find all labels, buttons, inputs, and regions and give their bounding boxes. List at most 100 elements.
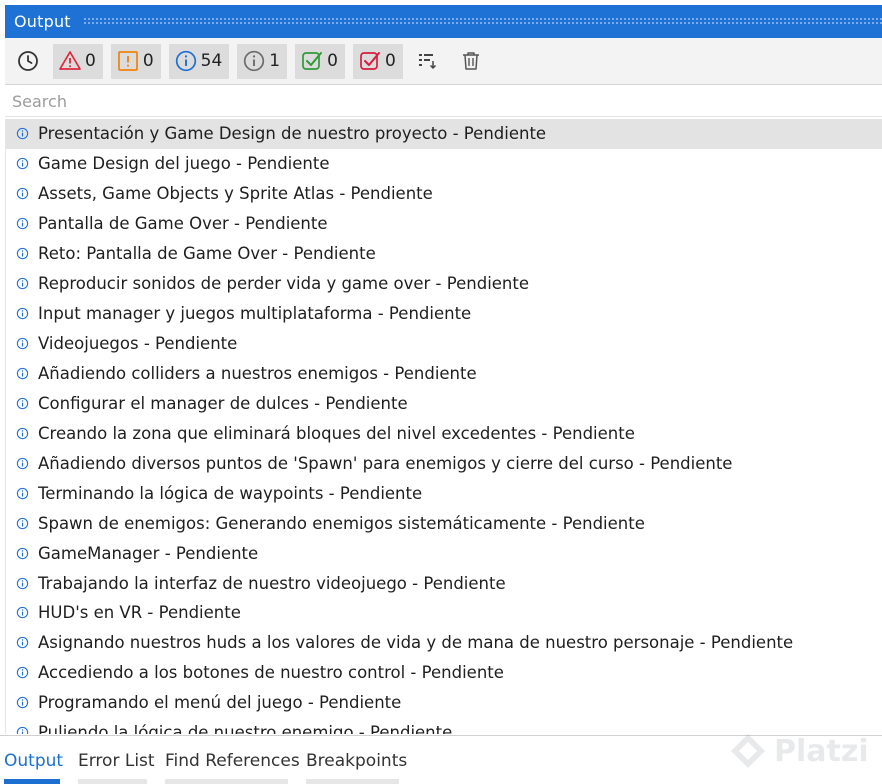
message-text: Trabajando la interfaz de nuestro videoj… [38, 573, 506, 593]
check-red-filter-button[interactable]: 0 [352, 43, 403, 79]
tab-find-references[interactable]: Find References [165, 751, 300, 771]
message-text: Terminando la lógica de waypoints - Pend… [38, 483, 423, 503]
filter-count: 0 [384, 51, 396, 71]
message-text: Accediendo a los botones de nuestro cont… [38, 663, 504, 683]
trash-icon [463, 52, 480, 70]
info-icon [16, 367, 29, 380]
info-icon [16, 337, 29, 350]
output-toolbar: 0 0 54 1 0 0 [5, 38, 882, 85]
message-row[interactable]: Reproducir sonidos de perder vida y game… [6, 269, 882, 299]
error-icon [59, 51, 81, 70]
tab-error-list[interactable]: Error List [78, 751, 155, 771]
message-text: GameManager - Pendiente [38, 543, 259, 563]
clock-filter-button[interactable] [10, 44, 45, 79]
platzi-logo-icon [731, 734, 765, 768]
tab-underline [306, 779, 399, 784]
info-icon [16, 307, 29, 320]
info-icon [16, 427, 29, 440]
check-red-icon [360, 52, 380, 70]
message-row[interactable]: Game Design del juego - Pendiente [6, 149, 882, 179]
tab-underline [78, 779, 147, 784]
tab-output[interactable]: Output [4, 751, 63, 771]
message-text: Asignando nuestros huds a los valores de… [38, 633, 794, 653]
info-icon [16, 158, 29, 170]
info-filter-button[interactable]: 54 [168, 43, 230, 79]
message-text: Reto: Pantalla de Game Over - Pendiente [38, 244, 376, 264]
info-icon [16, 577, 29, 589]
trash-filter-button[interactable] [454, 44, 489, 79]
error-filter-button[interactable]: 0 [53, 43, 103, 79]
message-row[interactable]: Añadiendo colliders a nuestros enemigos … [6, 359, 882, 389]
warning-filter-button[interactable]: 0 [110, 43, 161, 79]
filter-list-filter-button[interactable] [411, 44, 446, 79]
output-panel-titlebar[interactable]: Output [5, 5, 882, 38]
info-icon [16, 277, 29, 290]
tab-underline [4, 779, 60, 784]
message-row[interactable]: HUD's en VR - Pendiente [6, 598, 882, 628]
message-text: Pantalla de Game Over - Pendiente [38, 214, 328, 234]
message-row[interactable]: Añadiendo diversos puntos de 'Spawn' par… [6, 448, 882, 478]
message-text: Presentación y Game Design de nuestro pr… [38, 124, 547, 144]
message-list[interactable]: Presentación y Game Design de nuestro pr… [5, 119, 882, 734]
message-row[interactable]: Configurar el manager de dulces - Pendie… [6, 388, 882, 418]
filter-count: 0 [327, 51, 338, 71]
info-icon [16, 727, 29, 734]
message-row[interactable]: Trabajando la interfaz de nuestro videoj… [6, 568, 882, 598]
info-icon [175, 50, 196, 72]
info-icon [16, 128, 29, 140]
message-text: Configurar el manager de dulces - Pendie… [38, 393, 408, 413]
info-icon [16, 607, 29, 619]
platzi-watermark: Platzi [728, 727, 878, 775]
check-green-filter-button[interactable]: 0 [295, 43, 345, 79]
info-icon [16, 517, 29, 529]
info-icon [16, 397, 29, 410]
message-row[interactable]: Programando el menú del juego - Pendient… [6, 688, 882, 718]
message-row[interactable]: Terminando la lógica de waypoints - Pend… [6, 478, 882, 508]
info-gray-filter-button[interactable]: 1 [237, 43, 288, 79]
info-icon [16, 547, 29, 559]
message-text: Puliendo la lógica de nuestro enemigo - … [38, 723, 453, 734]
message-text: Añadiendo diversos puntos de 'Spawn' par… [38, 453, 733, 473]
filter-count: 0 [85, 51, 96, 71]
tab-breakpoints[interactable]: Breakpoints [306, 751, 407, 771]
filter-count: 1 [269, 51, 281, 71]
info-icon [16, 667, 29, 679]
message-text: Spawn de enemigos: Generando enemigos si… [38, 513, 645, 533]
message-row[interactable]: GameManager - Pendiente [6, 538, 882, 568]
message-text: Añadiendo colliders a nuestros enemigos … [38, 363, 477, 383]
info-gray-icon [244, 50, 265, 72]
message-row[interactable]: Input manager y juegos multiplataforma -… [6, 299, 882, 329]
message-text: Programando el menú del juego - Pendient… [38, 693, 402, 713]
message-row[interactable]: Reto: Pantalla de Game Over - Pendiente [6, 239, 882, 269]
check-green-icon [302, 52, 323, 70]
message-row[interactable]: Presentación y Game Design de nuestro pr… [6, 119, 882, 149]
warning-icon [117, 51, 138, 71]
message-text: Game Design del juego - Pendiente [38, 154, 330, 174]
watermark-text: Platzi [774, 733, 869, 769]
search-box [5, 86, 882, 117]
message-row[interactable]: Accediendo a los botones de nuestro cont… [6, 658, 882, 688]
clock-icon [17, 51, 38, 71]
message-row[interactable]: Videojuegos - Pendiente [6, 329, 882, 359]
message-text: HUD's en VR - Pendiente [38, 603, 241, 623]
filter-count: 54 [200, 51, 223, 71]
message-row[interactable]: Creando la zona que eliminará bloques de… [6, 418, 882, 448]
message-row[interactable]: Assets, Game Objects y Sprite Atlas - Pe… [6, 179, 882, 209]
info-icon [16, 457, 29, 469]
message-text: Input manager y juegos multiplataforma -… [38, 304, 472, 324]
info-icon [16, 487, 29, 499]
info-icon [16, 248, 29, 260]
tab-underline [165, 779, 288, 784]
message-row[interactable]: Asignando nuestros huds a los valores de… [6, 628, 882, 658]
info-icon [16, 218, 29, 230]
info-icon [16, 637, 29, 649]
info-icon [16, 188, 29, 200]
filter-list-icon [419, 54, 437, 70]
message-row[interactable]: Spawn de enemigos: Generando enemigos si… [6, 508, 882, 538]
info-icon [16, 697, 29, 709]
filter-count: 0 [142, 51, 154, 71]
message-row[interactable]: Pantalla de Game Over - Pendiente [6, 209, 882, 239]
titlebar-grip[interactable] [82, 17, 882, 26]
message-text: Videojuegos - Pendiente [38, 334, 238, 354]
search-input[interactable] [5, 86, 882, 116]
